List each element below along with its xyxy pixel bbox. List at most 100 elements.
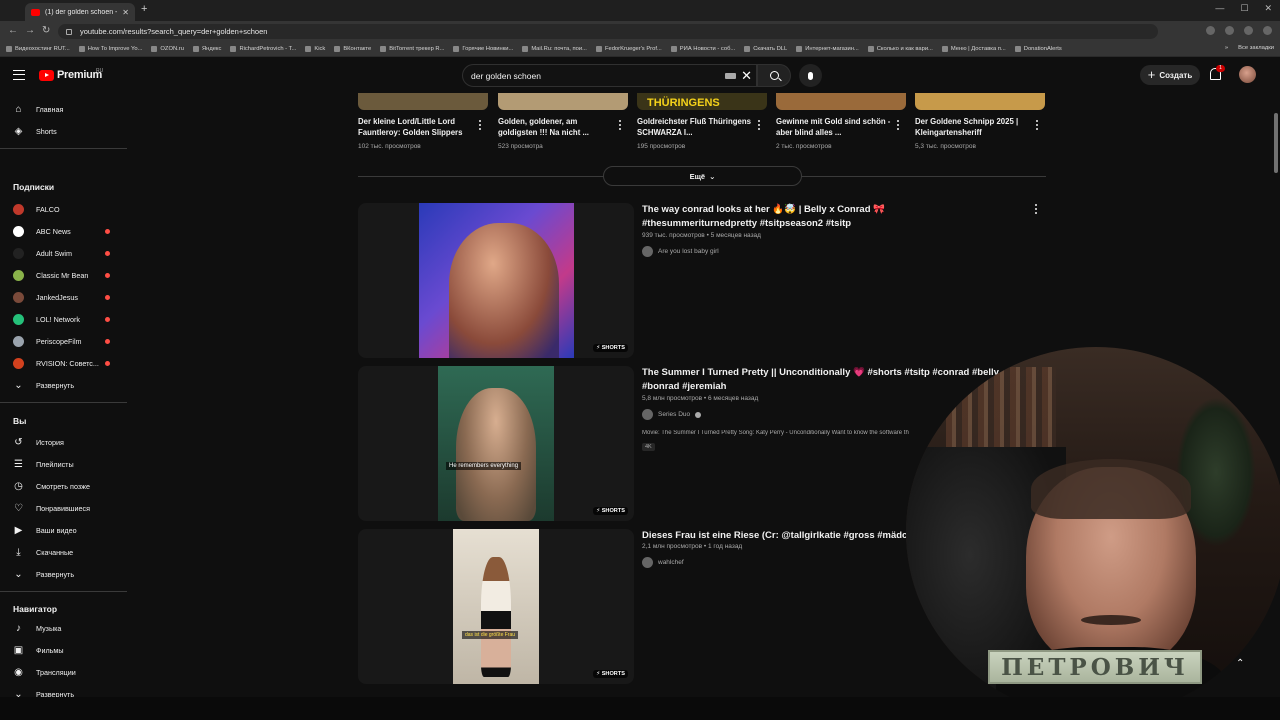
new-tab-icon[interactable]: + — [141, 3, 147, 15]
bookmark-item[interactable]: RichardPetrovich - T... — [230, 46, 296, 52]
bookmark-item[interactable]: OZON.ru — [151, 46, 184, 52]
channel-link[interactable]: wahlchef — [642, 557, 684, 568]
channel-link[interactable]: Series Duo — [642, 409, 702, 420]
more-actions-icon[interactable] — [1035, 120, 1038, 130]
shorts-thumbnail[interactable]: ⚡ SHORTS — [358, 203, 634, 358]
video-card[interactable]: THÜRINGENS Goldreichster Fluß Thüringens … — [637, 93, 767, 150]
bookmark-item[interactable]: FedorKrueger's Prof... — [595, 46, 662, 52]
sidebar-item[interactable]: ▣ Фильмы — [0, 641, 127, 659]
sidebar-heading[interactable]: Навигатор — [13, 604, 57, 614]
site-info-icon[interactable] — [66, 28, 72, 35]
sidebar-heading[interactable]: Вы — [13, 416, 26, 426]
more-actions-icon[interactable] — [478, 120, 481, 130]
sidebar-item[interactable]: Classic Mr Bean — [0, 266, 127, 284]
more-actions-icon[interactable] — [1034, 204, 1037, 214]
tab-close-icon[interactable]: ✕ — [122, 8, 129, 17]
bookmark-item[interactable]: Видеохостинг RUT... — [6, 46, 70, 52]
sidebar-item[interactable]: LOL! Network — [0, 310, 127, 328]
back-icon[interactable]: ← — [8, 25, 18, 36]
menu-icon[interactable] — [13, 70, 25, 80]
video-title[interactable]: Golden, goldener, am goldigsten !!! Na n… — [498, 116, 616, 138]
sidebar-item[interactable]: ▶ Ваши видео — [0, 521, 127, 539]
sidebar-item[interactable]: ⤓ Скачанные — [0, 543, 127, 561]
browser-tab[interactable]: (1) der golden schoen - YouTube ✕ — [25, 3, 135, 21]
sidebar-item[interactable]: PeriscopeFilm — [0, 332, 127, 350]
menu-icon[interactable] — [1263, 26, 1272, 35]
shorts-thumbnail[interactable]: He remembers everything ⚡ SHORTS — [358, 366, 634, 521]
channel-link[interactable]: Are you lost baby girl — [642, 246, 719, 257]
bookmark-item[interactable]: Горячие Новинки... — [453, 46, 513, 52]
account-avatar[interactable] — [1239, 66, 1256, 83]
sidebar-item[interactable]: ☰ Плейлисты — [0, 455, 127, 473]
minimize-icon[interactable]: — — [1215, 3, 1224, 14]
channel-avatar[interactable] — [642, 557, 653, 568]
sidebar-item[interactable]: ⌂ Главная — [0, 100, 127, 118]
profile-icon[interactable] — [1244, 26, 1253, 35]
channel-avatar[interactable] — [642, 409, 653, 420]
more-actions-icon[interactable] — [618, 120, 621, 130]
address-bar[interactable]: youtube.com/results?search_query=der+gol… — [58, 24, 1158, 39]
channel-name[interactable]: Series Duo — [658, 411, 690, 418]
sidebar-item[interactable]: ♪ Музыка — [0, 619, 127, 637]
scroll-to-top-icon[interactable]: ⌃ — [1236, 658, 1244, 669]
show-more-button[interactable]: Ещё ⌄ — [603, 166, 802, 186]
keyboard-icon[interactable] — [725, 72, 737, 79]
clear-search-icon[interactable]: ✕ — [741, 68, 752, 84]
video-title[interactable]: Goldreichster Fluß Thüringens SCHWARZA I… — [637, 116, 755, 138]
reload-icon[interactable]: ↻ — [42, 25, 50, 36]
page-scrollbar[interactable] — [1273, 93, 1279, 697]
video-card[interactable]: Golden, goldener, am goldigsten !!! Na n… — [498, 93, 628, 150]
forward-icon[interactable]: → — [25, 25, 35, 36]
sidebar-item[interactable]: Adult Swim — [0, 244, 127, 262]
sidebar-item[interactable]: ABC News — [0, 222, 127, 240]
sidebar-item[interactable]: ↺ История — [0, 433, 127, 451]
video-card[interactable]: Der kleine Lord/Little Lord Fauntleroy: … — [358, 93, 488, 150]
more-bookmarks-icon[interactable]: » — [1225, 45, 1228, 51]
sidebar-item[interactable]: ◈ Shorts — [0, 122, 127, 140]
video-title[interactable]: Gewinne mit Gold sind schön - aber blind… — [776, 116, 894, 138]
video-thumbnail[interactable] — [358, 93, 488, 110]
bookmark-item[interactable]: Меню | Доставка п... — [941, 46, 1006, 52]
channel-name[interactable]: wahlchef — [658, 559, 684, 566]
video-thumbnail[interactable] — [915, 93, 1045, 110]
sidebar-item[interactable]: ⌄ Развернуть — [0, 376, 127, 394]
channel-name[interactable]: Are you lost baby girl — [658, 248, 719, 255]
bookmark-item[interactable]: BitTorrent трекер R... — [380, 46, 444, 52]
sidebar-item[interactable]: ♡ Понравившиеся — [0, 499, 127, 517]
sidebar-item[interactable]: ◷ Смотреть позже — [0, 477, 127, 495]
sidebar-item[interactable]: ⌄ Развернуть — [0, 565, 127, 583]
result-title[interactable]: The way conrad looks at her 🔥🤯 | Belly x… — [642, 203, 1002, 231]
bookmark-item[interactable]: Сколько и как вари... — [867, 46, 933, 52]
bookmark-item[interactable]: РИА Новости - соб... — [670, 46, 735, 52]
bookmark-item[interactable]: Скачать DLL — [744, 46, 787, 52]
all-bookmarks-link[interactable]: Все закладки — [1238, 45, 1274, 51]
video-thumbnail[interactable] — [776, 93, 906, 110]
video-card[interactable]: Gewinne mit Gold sind schön - aber blind… — [776, 93, 906, 150]
video-thumbnail[interactable] — [498, 93, 628, 110]
bookmark-item[interactable]: Интернет-магазин... — [796, 46, 859, 52]
sidebar-item[interactable]: RVISION: Советс... — [0, 354, 127, 372]
video-title[interactable]: Der Goldene Schnipp 2025 | Kleingartensh… — [915, 116, 1033, 138]
bookmark-item[interactable]: DonationAlerts — [1014, 46, 1062, 52]
bookmark-item[interactable]: Mail.Ru: почта, пои... — [522, 46, 587, 52]
more-actions-icon[interactable] — [757, 120, 760, 130]
maximize-icon[interactable]: ☐ — [1240, 3, 1248, 14]
shorts-thumbnail[interactable]: das ist die größte Frau ⚡ SHORTS — [358, 529, 634, 684]
bookmark-item[interactable]: ВКонтакте — [334, 46, 371, 52]
bookmark-item[interactable]: Kick — [305, 46, 325, 52]
channel-avatar[interactable] — [642, 246, 653, 257]
voice-search-button[interactable] — [799, 64, 822, 87]
close-window-icon[interactable]: ✕ — [1264, 3, 1272, 14]
sidebar-heading[interactable]: Подписки — [13, 182, 54, 192]
sidebar-item[interactable]: ⌄ Развернуть — [0, 685, 127, 698]
extension-icon[interactable] — [1206, 26, 1215, 35]
sidebar-item[interactable]: FALCO — [0, 200, 127, 218]
sidebar-item[interactable]: ◉ Трансляции — [0, 663, 127, 681]
sidebar-item[interactable]: JankedJesus — [0, 288, 127, 306]
youtube-logo[interactable]: Premium — [39, 69, 102, 81]
extension-icon[interactable] — [1225, 26, 1234, 35]
video-card[interactable]: Der Goldene Schnipp 2025 | Kleingartensh… — [915, 93, 1045, 150]
search-button[interactable] — [757, 64, 791, 87]
search-input[interactable]: der golden schoen ✕ — [462, 64, 757, 87]
more-actions-icon[interactable] — [896, 120, 899, 130]
